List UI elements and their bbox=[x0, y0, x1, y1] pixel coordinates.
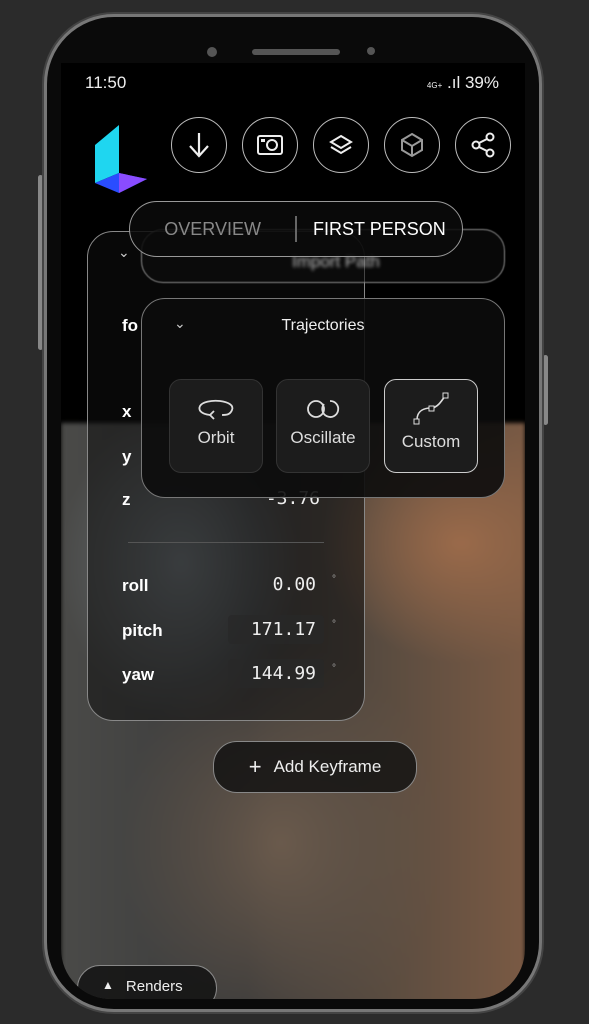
status-time: 11:50 bbox=[85, 73, 127, 92]
network-type: 4G+ bbox=[426, 81, 443, 90]
yaw-unit: ° bbox=[332, 663, 336, 674]
share-icon bbox=[471, 132, 495, 158]
cube-icon bbox=[401, 132, 423, 158]
share-button[interactable] bbox=[455, 117, 511, 173]
download-button[interactable] bbox=[171, 117, 227, 173]
signal-icon: .ıl bbox=[447, 73, 461, 92]
pitch-unit: ° bbox=[332, 619, 336, 630]
orbit-label: Orbit bbox=[197, 428, 235, 447]
tab-overview[interactable]: OVERVIEW bbox=[130, 219, 295, 240]
yaw-label: yaw bbox=[122, 665, 155, 684]
fov-label: fo bbox=[122, 316, 139, 335]
trajectories-panel: ⌄ Trajectories Orbit Oscillate Custom bbox=[141, 298, 505, 498]
camera-button[interactable] bbox=[242, 117, 298, 173]
pitch-label: pitch bbox=[122, 621, 163, 640]
x-label: x bbox=[122, 402, 132, 421]
layers-icon bbox=[329, 134, 353, 155]
power-button bbox=[543, 355, 548, 425]
camera-icon bbox=[257, 135, 283, 155]
orbit-option[interactable]: Orbit bbox=[169, 379, 263, 473]
custom-label: Custom bbox=[401, 432, 461, 451]
cube-button[interactable] bbox=[384, 117, 440, 173]
battery-level: 39% bbox=[464, 73, 499, 92]
custom-path-icon bbox=[413, 392, 449, 425]
volume-button bbox=[38, 175, 43, 350]
download-icon bbox=[189, 133, 209, 158]
status-bar: 11:50 4G+ .ıl 39% bbox=[61, 63, 525, 109]
plus-icon: + bbox=[248, 754, 262, 779]
oscillate-icon bbox=[307, 400, 340, 418]
y-label: y bbox=[122, 447, 132, 466]
oscillate-option[interactable]: Oscillate bbox=[276, 379, 370, 473]
phone-frame: 11:50 4G+ .ıl 39% ⌄ fo x y z -3.76 roll … bbox=[44, 14, 542, 1012]
trajectories-title: Trajectories bbox=[281, 317, 365, 334]
chevron-up-icon: ▲ bbox=[102, 978, 114, 992]
add-keyframe-button[interactable]: + Add Keyframe bbox=[213, 741, 417, 793]
collapse-chevron-icon[interactable]: ⌄ bbox=[118, 244, 130, 261]
app-logo bbox=[95, 125, 147, 193]
sensor bbox=[367, 47, 375, 55]
z-label: z bbox=[122, 490, 131, 509]
custom-option[interactable]: Custom bbox=[384, 379, 478, 473]
roll-unit: ° bbox=[332, 574, 336, 585]
tab-first-person[interactable]: FIRST PERSON bbox=[297, 219, 462, 240]
pitch-input[interactable]: 171.17 bbox=[228, 615, 324, 644]
layers-button[interactable] bbox=[313, 117, 369, 173]
add-keyframe-label: Add Keyframe bbox=[273, 757, 382, 776]
renders-label: Renders bbox=[125, 978, 183, 995]
front-camera bbox=[207, 47, 217, 57]
oscillate-label: Oscillate bbox=[290, 428, 356, 447]
speaker bbox=[252, 49, 340, 55]
orbit-icon bbox=[198, 399, 234, 420]
roll-label: roll bbox=[122, 576, 149, 595]
view-tabs: OVERVIEW FIRST PERSON bbox=[129, 201, 463, 257]
renders-button[interactable]: ▲ Renders bbox=[77, 965, 217, 999]
screen: 11:50 4G+ .ıl 39% ⌄ fo x y z -3.76 roll … bbox=[61, 63, 525, 999]
divider bbox=[128, 542, 324, 543]
roll-input[interactable]: 0.00 bbox=[228, 570, 324, 599]
yaw-input[interactable]: 144.99 bbox=[228, 659, 324, 688]
